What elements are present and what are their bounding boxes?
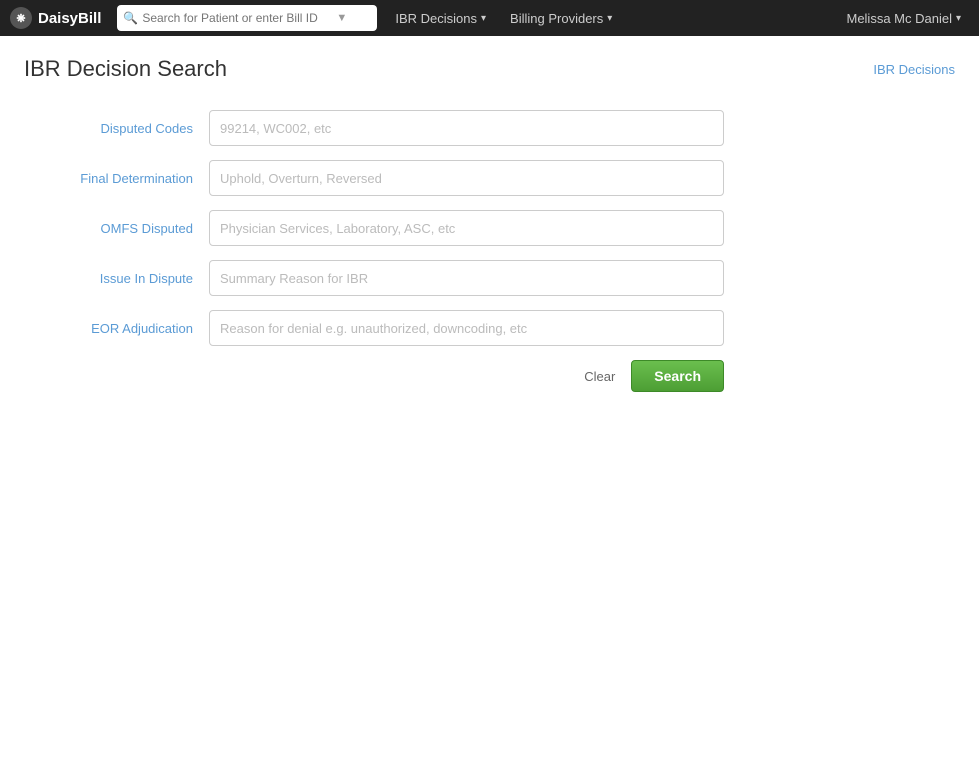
breadcrumb-ibr-decisions[interactable]: IBR Decisions: [873, 62, 955, 77]
eor-adjudication-input[interactable]: [209, 310, 724, 346]
issue-in-dispute-row: Issue In Dispute: [24, 260, 724, 296]
search-form: Disputed Codes Final Determination OMFS …: [24, 110, 724, 392]
eor-adjudication-label: EOR Adjudication: [24, 321, 209, 336]
search-dropdown-button[interactable]: ▼: [336, 12, 347, 24]
disputed-codes-row: Disputed Codes: [24, 110, 724, 146]
clear-button[interactable]: Clear: [578, 365, 621, 388]
form-actions: Clear Search: [24, 360, 724, 392]
ibr-decisions-menu-button[interactable]: IBR Decisions ▾: [385, 7, 496, 30]
page-header: IBR Decision Search IBR Decisions: [24, 56, 955, 82]
omfs-disputed-row: OMFS Disputed: [24, 210, 724, 246]
omfs-disputed-label: OMFS Disputed: [24, 221, 209, 236]
nav-menu: IBR Decisions ▾ Billing Providers ▾: [385, 7, 830, 30]
omfs-disputed-input[interactable]: [209, 210, 724, 246]
final-determination-label: Final Determination: [24, 171, 209, 186]
issue-in-dispute-input[interactable]: [209, 260, 724, 296]
billing-providers-label: Billing Providers: [510, 11, 603, 26]
billing-providers-caret: ▾: [607, 13, 612, 24]
user-menu-button[interactable]: Melissa Mc Daniel ▾: [838, 7, 969, 30]
search-wrapper: 🔍 ▼: [117, 5, 377, 31]
eor-adjudication-row: EOR Adjudication: [24, 310, 724, 346]
user-caret: ▾: [956, 13, 961, 24]
brand-icon: ❋: [10, 7, 32, 29]
navbar: ❋ DaisyBill 🔍 ▼ IBR Decisions ▾ Billing …: [0, 0, 979, 36]
brand-name: DaisyBill: [38, 10, 101, 27]
search-button[interactable]: Search: [631, 360, 724, 392]
search-icon: 🔍: [123, 11, 138, 25]
ibr-decisions-caret: ▾: [481, 13, 486, 24]
ibr-decisions-label: IBR Decisions: [395, 11, 477, 26]
page-title: IBR Decision Search: [24, 56, 227, 82]
global-search-input[interactable]: [142, 11, 332, 25]
disputed-codes-input[interactable]: [209, 110, 724, 146]
billing-providers-menu-button[interactable]: Billing Providers ▾: [500, 7, 622, 30]
user-name: Melissa Mc Daniel: [846, 11, 951, 26]
final-determination-row: Final Determination: [24, 160, 724, 196]
issue-in-dispute-label: Issue In Dispute: [24, 271, 209, 286]
brand-logo[interactable]: ❋ DaisyBill: [10, 7, 101, 29]
disputed-codes-label: Disputed Codes: [24, 121, 209, 136]
page-container: IBR Decision Search IBR Decisions Disput…: [0, 36, 979, 773]
final-determination-input[interactable]: [209, 160, 724, 196]
